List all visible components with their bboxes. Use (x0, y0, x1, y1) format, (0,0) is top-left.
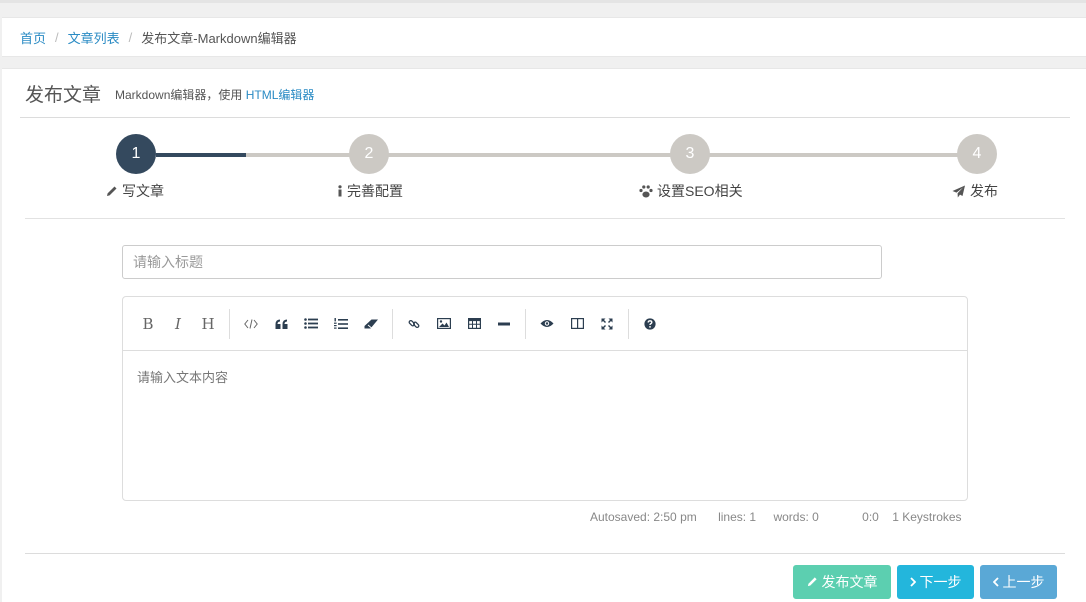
unordered-list-icon[interactable] (296, 309, 326, 339)
info-icon (337, 185, 343, 197)
step-1-circle[interactable]: 1 (116, 134, 156, 174)
step-1-label[interactable]: 写文章 (106, 181, 164, 201)
step-2-text: 完善配置 (347, 183, 403, 199)
eraser-icon[interactable] (356, 309, 386, 339)
breadcrumb-current: 发布文章-Markdown编辑器 (141, 30, 297, 46)
next-step-label: 下一步 (919, 574, 962, 590)
preview-icon[interactable] (532, 309, 562, 339)
breadcrumb-separator: / (55, 29, 59, 45)
step-1-text: 写文章 (122, 183, 164, 199)
page-subtitle: Markdown编辑器，使用 HTML编辑器 (115, 86, 314, 103)
page-title: 发布文章 (25, 84, 102, 106)
publish-article-button[interactable]: 发布文章 (793, 565, 891, 599)
prev-step-button[interactable]: 上一步 (980, 565, 1057, 599)
pencil-icon (807, 574, 818, 590)
fullscreen-icon[interactable] (592, 309, 622, 339)
code-icon[interactable] (236, 309, 266, 339)
link-icon[interactable] (399, 309, 429, 339)
pencil-icon (106, 185, 118, 197)
toolbar-separator (392, 308, 393, 339)
divider (25, 218, 1065, 219)
next-step-button[interactable]: 下一步 (897, 565, 974, 599)
side-by-side-icon[interactable] (562, 309, 592, 339)
markdown-editor: B I H 请输入文本内容 (122, 296, 968, 501)
step-3-text: 设置SEO相关 (657, 183, 743, 199)
paper-plane-icon (952, 185, 966, 198)
toolbar-separator (628, 308, 629, 339)
panel-header: 发布文章 Markdown编辑器，使用 HTML编辑器 (20, 69, 1070, 118)
editor-toolbar: B I H (123, 297, 967, 351)
toolbar-separator (525, 308, 526, 339)
step-wizard: 1 2 3 4 写文章 完善配置 设置SEO相关 发布 (2, 129, 1086, 219)
italic-button[interactable]: I (163, 309, 193, 339)
html-editor-link[interactable]: HTML编辑器 (246, 88, 315, 102)
step-track-done (156, 153, 246, 157)
top-strip (0, 0, 1086, 3)
step-4-text: 发布 (970, 183, 998, 199)
ordered-list-icon[interactable] (326, 309, 356, 339)
breadcrumb: 首页 / 文章列表 / 发布文章-Markdown编辑器 (2, 17, 1086, 57)
publish-article-panel: 发布文章 Markdown编辑器，使用 HTML编辑器 1 2 3 4 写文章 … (2, 68, 1086, 602)
markdown-content-area[interactable]: 请输入文本内容 (123, 351, 967, 402)
step-3-label[interactable]: 设置SEO相关 (639, 181, 743, 201)
step-2-label[interactable]: 完善配置 (337, 181, 403, 201)
autosave-status: Autosaved: 2:50 pm (590, 510, 697, 524)
breadcrumb-home-link[interactable]: 首页 (20, 28, 46, 47)
step-2-circle[interactable]: 2 (349, 134, 389, 174)
heading-button[interactable]: H (193, 309, 223, 339)
breadcrumb-article-list-link[interactable]: 文章列表 (68, 28, 120, 47)
horizontal-rule-icon[interactable] (489, 309, 519, 339)
prev-step-label: 上一步 (1002, 574, 1045, 590)
word-count: words: 0 (773, 510, 819, 524)
table-icon[interactable] (459, 309, 489, 339)
toolbar-separator (229, 308, 230, 339)
paw-icon (639, 184, 653, 198)
quote-icon[interactable] (266, 309, 296, 339)
chevron-right-icon (909, 574, 916, 590)
editor-statusbar: Autosaved: 2:50 pm lines: 1 words: 0 0:0… (590, 510, 962, 524)
publish-article-label: 发布文章 (821, 574, 878, 590)
step-4-circle[interactable]: 4 (957, 134, 997, 174)
help-icon[interactable] (635, 309, 665, 339)
chevron-left-icon (992, 574, 999, 590)
bold-button[interactable]: B (133, 309, 163, 339)
step-3-circle[interactable]: 3 (670, 134, 710, 174)
divider (25, 553, 1065, 554)
subtitle-text: Markdown编辑器，使用 (115, 88, 243, 102)
breadcrumb-separator: / (128, 29, 133, 45)
title-input[interactable] (122, 245, 882, 279)
keystroke-count: 1 Keystrokes (892, 510, 962, 524)
line-count: lines: 1 (718, 510, 757, 524)
cursor-position: 0:0 (862, 510, 879, 524)
image-icon[interactable] (429, 309, 459, 339)
step-4-label[interactable]: 发布 (952, 181, 998, 201)
